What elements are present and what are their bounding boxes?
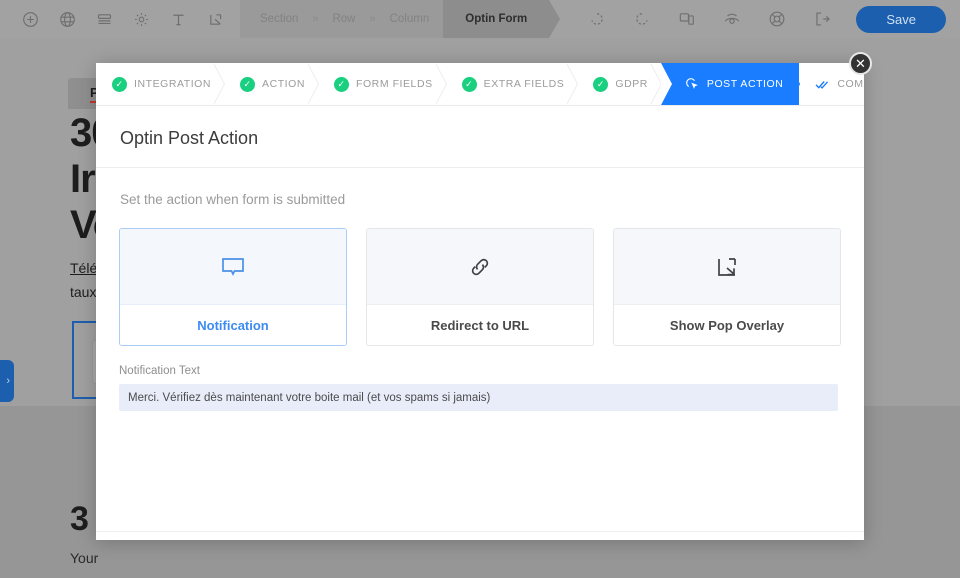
responsive-view-icon[interactable] [664, 4, 709, 34]
step-label: FORM FIELDS [356, 78, 433, 90]
toolbar-right-icons: Save [574, 4, 960, 34]
double-check-icon [815, 78, 830, 91]
notification-text-label: Notification Text [119, 365, 841, 377]
check-circle-icon: ✓ [240, 77, 255, 92]
close-icon[interactable]: ✕ [849, 52, 872, 75]
breadcrumb: Section » Row » Column Optin Form [240, 0, 549, 38]
modal-description: Set the action when form is submitted [96, 168, 864, 207]
wizard-step-form-fields[interactable]: ✓ FORM FIELDS [318, 63, 446, 105]
check-circle-icon: ✓ [112, 77, 127, 92]
rows-layout-icon[interactable] [86, 4, 123, 34]
option-card-show-pop-overlay[interactable]: Show Pop Overlay [613, 228, 841, 346]
cursor-click-icon [685, 77, 700, 92]
builder-toolbar: Section » Row » Column Optin Form [0, 0, 960, 38]
modal-title: Optin Post Action [96, 106, 864, 168]
step-label: EXTRA FIELDS [484, 78, 565, 90]
toolbar-left-icons [0, 4, 234, 34]
add-circle-icon[interactable] [12, 4, 49, 34]
link-chain-icon [367, 229, 593, 305]
post-action-options: Notification Redirect to URL Show Pop Ov… [96, 207, 864, 346]
hero-download-link[interactable]: Télé [70, 260, 97, 276]
modal-footer-divider [96, 531, 864, 532]
wizard-step-action[interactable]: ✓ ACTION [224, 63, 318, 105]
wizard-step-gdpr[interactable]: ✓ GDPR [577, 63, 661, 105]
exit-builder-icon[interactable] [799, 4, 844, 34]
hero-subtext: taux [70, 284, 96, 300]
breadcrumb-item-row[interactable]: Row [318, 0, 369, 38]
speech-bubble-icon [120, 229, 346, 305]
redo-icon[interactable] [619, 4, 664, 34]
wizard-step-integration[interactable]: ✓ INTEGRATION [96, 63, 224, 105]
step-label: INTEGRATION [134, 78, 211, 90]
step-chevron-notch [661, 63, 672, 105]
step-label: POST ACTION [707, 78, 783, 90]
text-tool-icon[interactable] [160, 4, 197, 34]
check-circle-icon: ✓ [593, 77, 608, 92]
save-button[interactable]: Save [856, 6, 946, 33]
breadcrumb-item-section[interactable]: Section [240, 0, 312, 38]
lower-subtext: Your [70, 550, 98, 566]
check-circle-icon: ✓ [462, 77, 477, 92]
chevron-right-icon: › [6, 375, 10, 387]
notification-text-input[interactable]: Merci. Vérifiez dès maintenant votre boi… [119, 384, 838, 411]
wizard-steps: ✓ INTEGRATION ✓ ACTION ✓ FORM FIELDS ✓ E… [96, 63, 864, 106]
notification-text-field-group: Notification Text Merci. Vérifiez dès ma… [96, 346, 864, 411]
step-label: COMPLETE [837, 78, 864, 90]
builder-page: PDF GRATUIT 30 Irr Vo Télé taux En › 3 (… [0, 0, 960, 540]
undo-icon[interactable] [574, 4, 619, 34]
optin-post-action-modal: ✓ INTEGRATION ✓ ACTION ✓ FORM FIELDS ✓ E… [96, 63, 864, 540]
globe-icon[interactable] [49, 4, 86, 34]
option-label: Show Pop Overlay [614, 305, 840, 345]
help-lifering-icon[interactable] [754, 4, 799, 34]
wizard-step-post-action[interactable]: POST ACTION [661, 63, 799, 105]
option-card-redirect-to-url[interactable]: Redirect to URL [366, 228, 594, 346]
option-label: Redirect to URL [367, 305, 593, 345]
breadcrumb-item-optin-form[interactable]: Optin Form [443, 0, 549, 38]
side-panel-toggle[interactable]: › [0, 360, 14, 402]
step-label: GDPR [615, 78, 648, 90]
settings-gear-icon[interactable] [123, 4, 160, 34]
select-frame-icon[interactable] [197, 4, 234, 34]
option-label: Notification [120, 305, 346, 345]
option-card-notification[interactable]: Notification [119, 228, 347, 346]
step-label: ACTION [262, 78, 305, 90]
popup-overlay-icon [614, 229, 840, 305]
check-circle-icon: ✓ [334, 77, 349, 92]
wizard-step-extra-fields[interactable]: ✓ EXTRA FIELDS [446, 63, 578, 105]
preview-eye-icon[interactable] [709, 4, 754, 34]
